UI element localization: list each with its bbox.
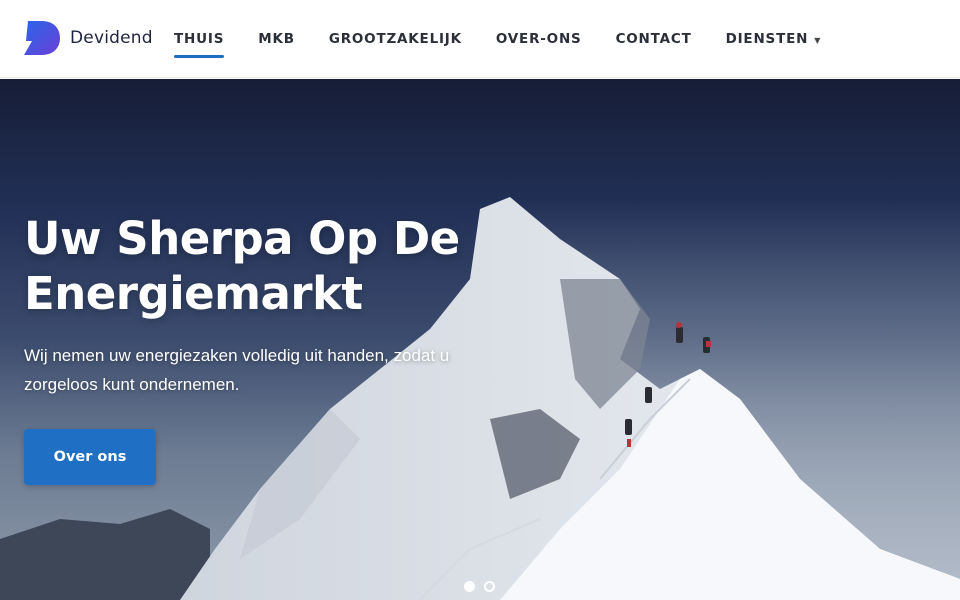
over-ons-button[interactable]: Over ons <box>24 429 156 485</box>
slide-dot-1[interactable] <box>464 581 475 592</box>
site-header: Devidend THUIS MKB GROOTZAKELIJK OVER-ON… <box>0 0 960 78</box>
hero-subtitle: Wij nemen uw energiezaken volledig uit h… <box>24 346 450 394</box>
nav-label: GROOTZAKELIJK <box>328 31 462 47</box>
nav-label: MKB <box>258 31 295 47</box>
brand-name: Devidend <box>70 28 153 48</box>
nav-item-grootzakelijk[interactable]: GROOTZAKELIJK <box>329 29 462 49</box>
devidend-logo-icon <box>24 21 60 55</box>
nav-label: CONTACT <box>615 31 692 47</box>
nav-label: OVER-ONS <box>495 31 582 47</box>
nav-item-contact[interactable]: CONTACT <box>616 29 692 49</box>
slide-dot-2[interactable] <box>484 581 495 592</box>
main-nav: THUIS MKB GROOTZAKELIJK OVER-ONS CONTACT… <box>174 0 855 78</box>
caret-down-icon: ▼ <box>814 35 822 45</box>
nav-item-over-ons[interactable]: OVER-ONS <box>496 29 582 49</box>
hero-slider: Uw Sherpa Op De Energiemarkt Wij nemen u… <box>0 79 960 600</box>
brand-logo[interactable]: Devidend <box>24 21 153 55</box>
nav-item-mkb[interactable]: MKB <box>258 29 295 49</box>
hero-title: Uw Sherpa Op De Energiemarkt <box>24 212 460 320</box>
nav-label: DIENSTEN <box>725 31 809 47</box>
mountain-background-image <box>0 197 960 600</box>
slider-pagination <box>464 581 495 592</box>
nav-item-diensten[interactable]: DIENSTEN ▼ <box>726 28 822 51</box>
nav-label: THUIS <box>174 31 225 47</box>
nav-item-thuis[interactable]: THUIS <box>174 29 225 58</box>
